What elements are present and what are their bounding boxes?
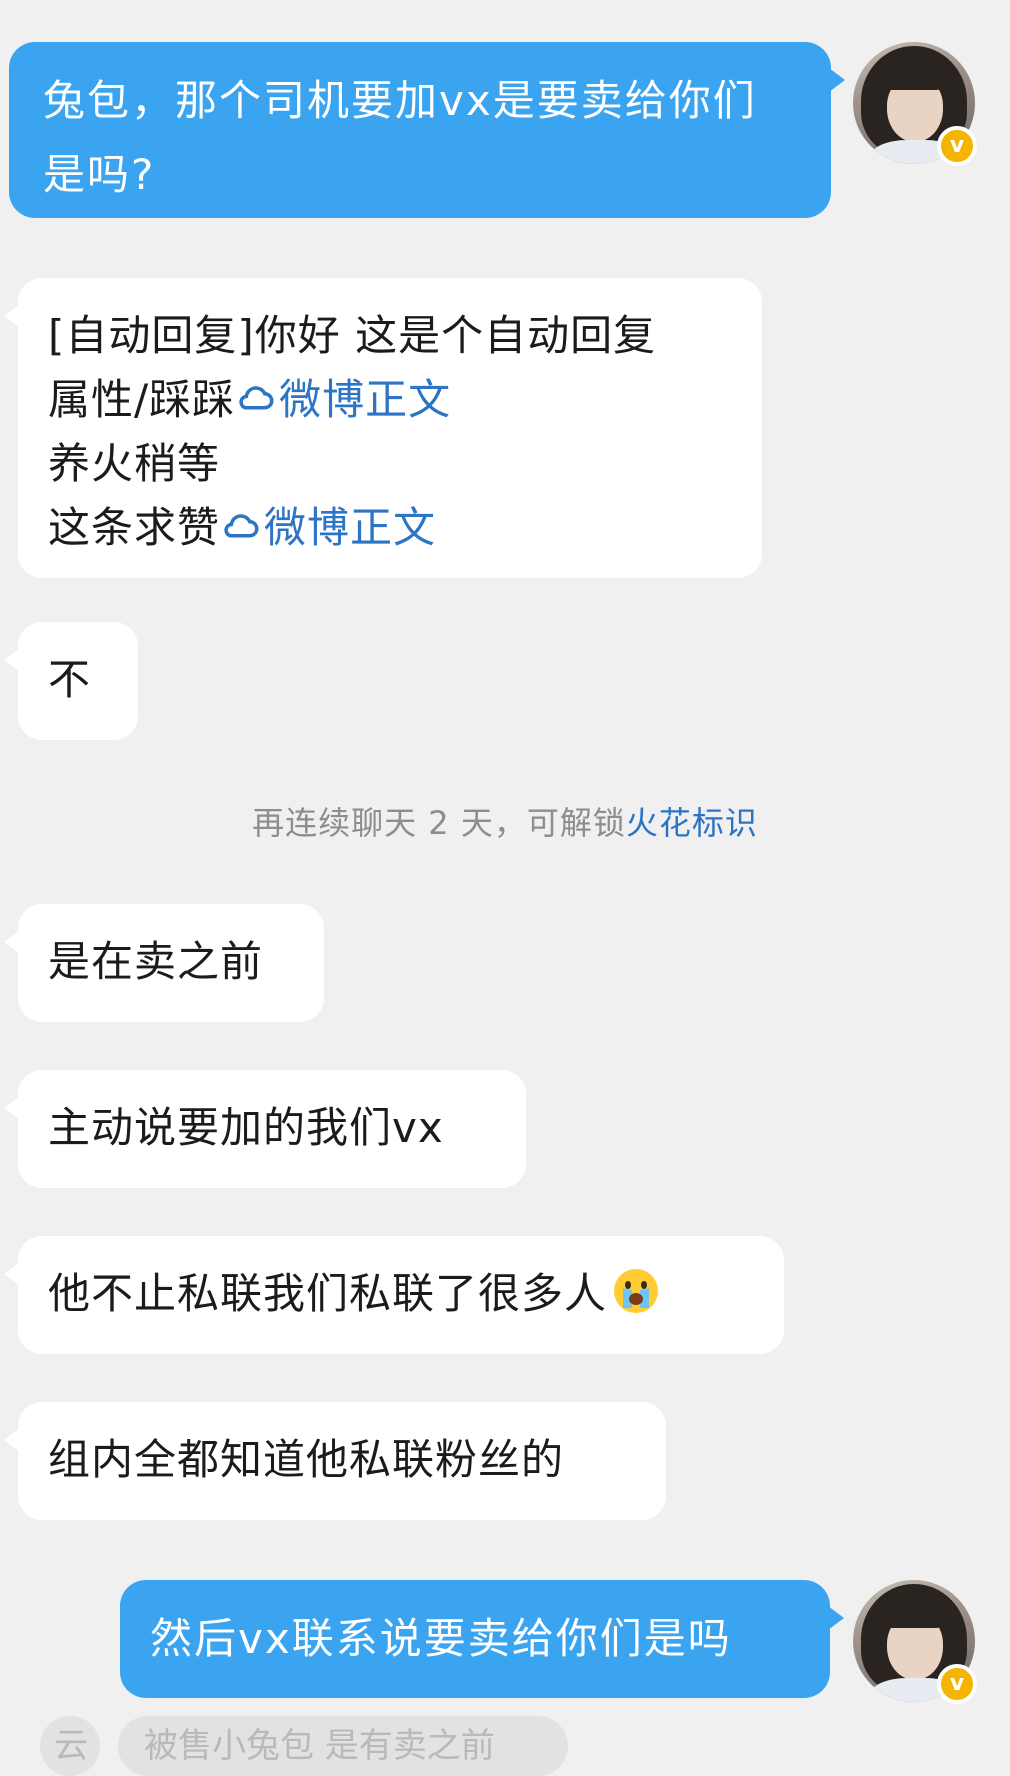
received-message-text: 主动说要加的我们vx	[48, 1103, 444, 1152]
avatar[interactable]: v	[853, 1580, 977, 1704]
chat-thread: 兔包，那个司机要加vx是要卖给你们是吗? v [自动回复]你好 这是个自动回复 …	[0, 0, 1010, 1776]
received-message-bubble[interactable]: 组内全都知道他私联粉丝的	[4, 1402, 666, 1520]
streak-hint: 再连续聊天 2 天，可解锁火花标识	[252, 804, 758, 842]
weibo-cloud-icon	[224, 514, 259, 538]
received-message-bubble[interactable]: 主动说要加的我们vx	[4, 1070, 526, 1188]
auto-reply-line-3: 养火稍等	[48, 439, 221, 488]
auto-reply-line-1: [自动回复]你好 这是个自动回复	[48, 311, 657, 360]
received-message-bubble[interactable]: 是在卖之前	[4, 904, 324, 1022]
sent-message-bubble[interactable]: 然后vx联系说要卖给你们是吗	[120, 1580, 844, 1698]
spark-badge-link[interactable]: 火花标识	[626, 804, 758, 842]
sent-message-text: 然后vx联系说要卖给你们是吗	[150, 1614, 732, 1663]
sent-message-bubble[interactable]: 兔包，那个司机要加vx是要卖给你们是吗?	[9, 42, 845, 218]
weibo-post-link[interactable]: 微博正文	[235, 375, 451, 424]
received-message-bubble[interactable]: 他不止私联我们私联了很多人	[4, 1236, 784, 1354]
auto-reply-line-4: 这条求赞 微博正文	[48, 503, 437, 552]
verified-badge-icon: v	[937, 1664, 977, 1704]
avatar[interactable]: v	[853, 42, 977, 166]
crying-face-emoji	[614, 1269, 659, 1313]
auto-reply-line-2: 属性/踩踩 微博正文	[48, 375, 452, 424]
auto-reply-bubble[interactable]: [自动回复]你好 这是个自动回复 属性/踩踩 微博正文 养火稍等 这条求赞 微博正文	[4, 278, 762, 578]
received-message-text: 不	[48, 655, 92, 704]
weibo-post-link[interactable]: 微博正文	[220, 503, 436, 552]
verified-badge-icon: v	[937, 126, 977, 166]
weibo-cloud-icon	[239, 386, 274, 410]
received-message-text: 组内全都知道他私联粉丝的	[48, 1435, 565, 1484]
cutoff-received-bubble: 被售小兔包 是有卖之前	[118, 1716, 568, 1776]
cutoff-left-pill: 云	[40, 1716, 100, 1776]
sent-message-text: 兔包，那个司机要加vx是要卖给你们是吗?	[43, 76, 757, 199]
received-message-text: 是在卖之前	[48, 937, 264, 986]
cutoff-messages: 云 被售小兔包 是有卖之前	[0, 1716, 1010, 1776]
received-message-text: 他不止私联我们私联了很多人	[48, 1269, 608, 1318]
received-message-bubble[interactable]: 不	[4, 622, 138, 740]
